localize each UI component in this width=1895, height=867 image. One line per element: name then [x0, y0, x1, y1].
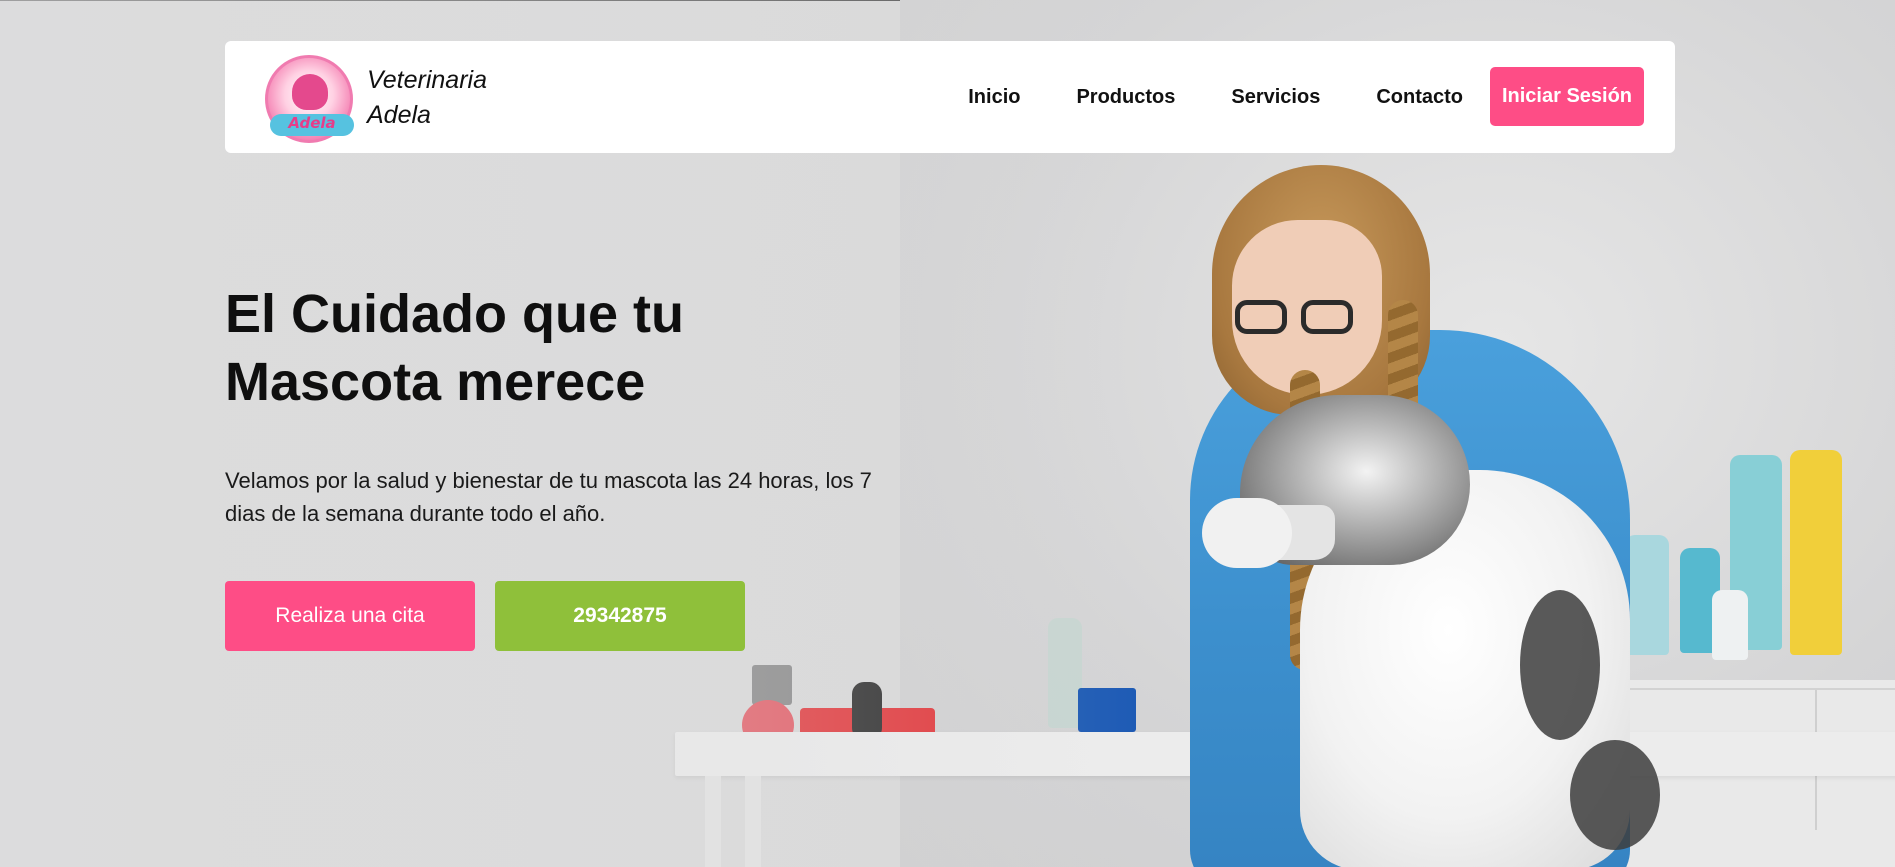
navbar: Adela Veterinaria Adela Inicio Productos…: [225, 41, 1675, 153]
brand-name: Veterinaria Adela: [367, 63, 527, 133]
hero-subtitle-line1: Velamos por la salud y bienestar de tu m…: [225, 468, 872, 493]
hero-subtitle-line2: dias de la semana durante todo el año.: [225, 501, 606, 526]
pet-icon: [292, 74, 328, 110]
nav-links: Inicio Productos Servicios Contacto: [968, 41, 1463, 153]
nav-link-servicios[interactable]: Servicios: [1231, 86, 1320, 109]
book-appointment-button[interactable]: Realiza una cita: [225, 581, 475, 651]
hero-subtitle: Velamos por la salud y bienestar de tu m…: [225, 464, 905, 530]
nav-link-productos[interactable]: Productos: [1076, 86, 1175, 109]
nav-link-inicio[interactable]: Inicio: [968, 86, 1020, 109]
hero-title: El Cuidado que tu Mascota merece: [225, 280, 825, 416]
login-button[interactable]: Iniciar Sesión: [1490, 67, 1644, 126]
phone-button[interactable]: 29342875: [495, 581, 745, 651]
logo-text: Adela: [288, 114, 336, 132]
hero-title-line1: El Cuidado que tu: [225, 284, 684, 344]
hero-title-line2: Mascota merece: [225, 352, 646, 412]
brand-name-line2: Adela: [367, 101, 431, 129]
brand-name-line1: Veterinaria: [367, 66, 487, 94]
brand-logo[interactable]: Adela: [265, 55, 354, 143]
nav-link-contacto[interactable]: Contacto: [1376, 86, 1463, 109]
